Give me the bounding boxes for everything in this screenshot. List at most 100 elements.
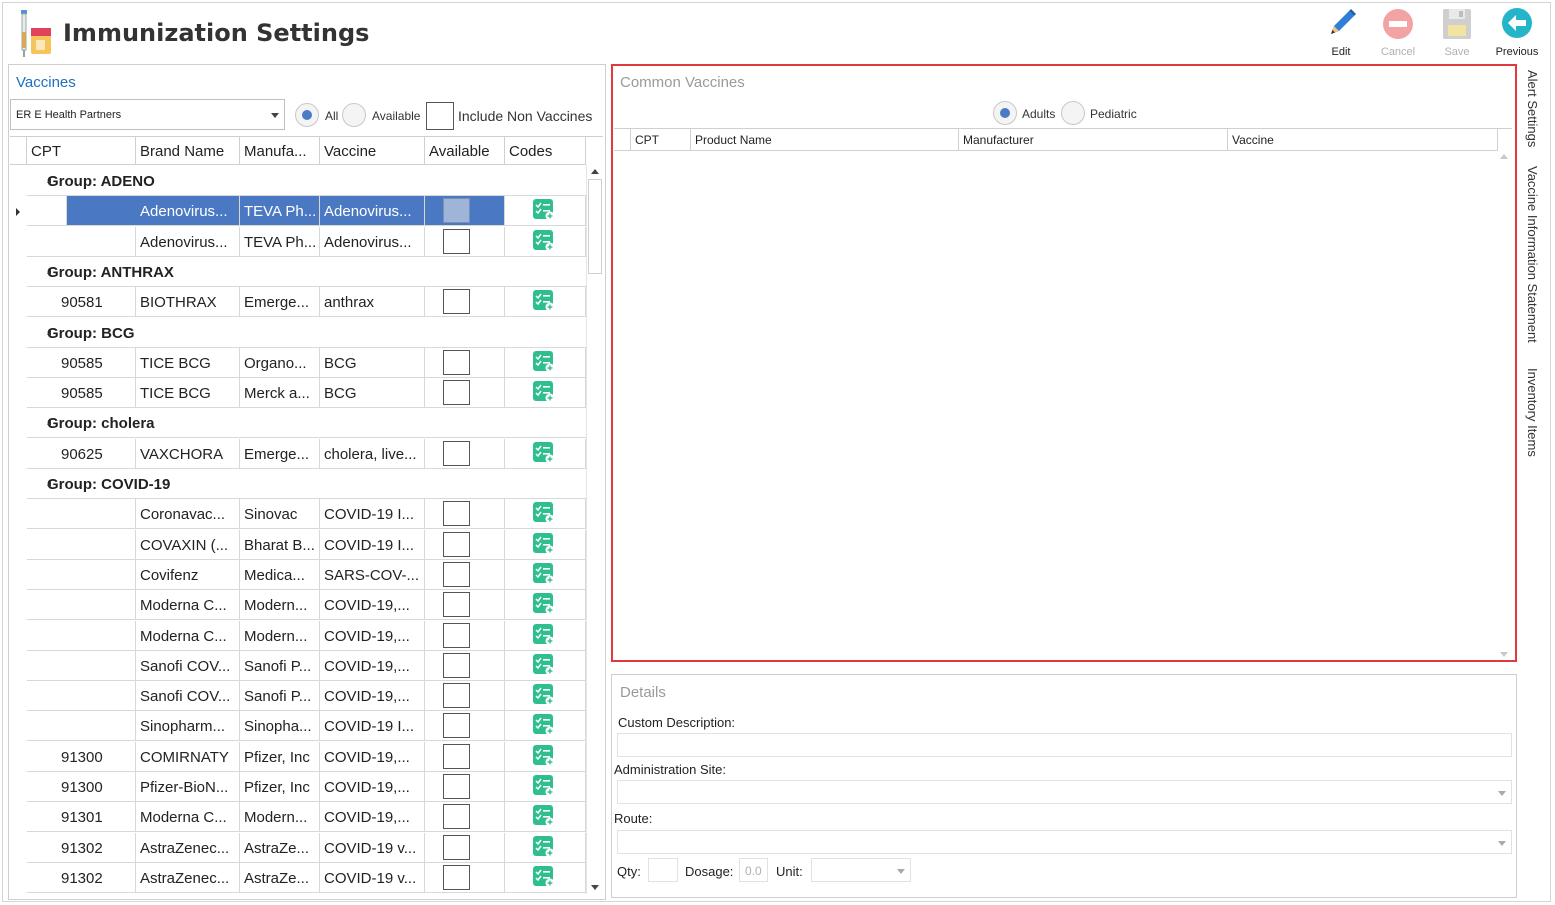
table-row[interactable]: 90581 BIOTHRAX Emerge... anthrax — [27, 287, 586, 318]
codes-checklist-icon[interactable] — [533, 290, 555, 312]
table-row[interactable]: 90585 TICE BCG Organo... BCG — [27, 347, 586, 378]
edit-button[interactable]: Edit — [1312, 6, 1370, 60]
available-checkbox[interactable] — [443, 592, 470, 618]
tab-inventory-items[interactable]: Inventory Items — [1525, 368, 1540, 457]
include-non-vaccines-checkbox[interactable] — [426, 102, 454, 130]
codes-checklist-icon[interactable] — [533, 835, 555, 858]
cancel-button[interactable]: Cancel — [1369, 6, 1427, 60]
group-row[interactable]: Group: ADENO — [27, 166, 586, 196]
codes-checklist-icon[interactable] — [533, 562, 555, 585]
table-row[interactable]: 91302 AstraZenec... AstraZe... COVID-19 v..… — [27, 832, 586, 863]
codes-checklist-icon[interactable] — [533, 502, 555, 524]
scrollbar-thumb[interactable] — [588, 179, 602, 274]
cv-column-header-vaccine[interactable]: Vaccine — [1228, 129, 1498, 151]
codes-checklist-icon[interactable] — [533, 805, 555, 827]
facility-dropdown[interactable]: ER E Health Partners — [10, 99, 285, 130]
table-row[interactable]: Coronavac... Sinovac COVID-19 I... — [27, 499, 586, 530]
codes-checklist-icon[interactable] — [533, 714, 555, 736]
codes-checklist-icon[interactable] — [533, 381, 555, 403]
available-checkbox[interactable] — [443, 652, 470, 678]
collapse-triangle-icon[interactable] — [47, 178, 51, 183]
group-row[interactable]: Group: ANTHRAX — [27, 257, 586, 287]
table-row[interactable]: Covifenz Medica... SARS-COV-... — [27, 559, 586, 590]
table-row[interactable]: 91302 AstraZenec... AstraZe... COVID-19 v..… — [27, 862, 586, 893]
group-row[interactable]: Group: cholera — [27, 408, 586, 439]
filter-available-radio[interactable] — [342, 103, 366, 127]
filter-all-radio[interactable] — [295, 103, 319, 127]
available-checkbox[interactable] — [443, 440, 470, 466]
administration-site-dropdown[interactable] — [617, 780, 1512, 804]
available-checkbox[interactable] — [443, 349, 470, 375]
codes-checklist-icon[interactable] — [533, 684, 555, 706]
collapse-triangle-icon[interactable] — [47, 481, 51, 486]
table-row[interactable]: 90585 TICE BCG Merck a... BCG — [27, 378, 586, 409]
available-checkbox[interactable] — [443, 531, 470, 557]
available-checkbox[interactable] — [443, 561, 470, 587]
available-checkbox[interactable] — [443, 804, 470, 830]
route-dropdown[interactable] — [617, 830, 1512, 854]
dosage-input[interactable]: 0.0 — [739, 858, 768, 882]
common-vaccines-scrollbar[interactable] — [1497, 150, 1512, 659]
custom-description-input[interactable] — [617, 733, 1512, 757]
codes-checklist-icon[interactable] — [533, 441, 555, 464]
available-checkbox[interactable] — [443, 380, 470, 406]
codes-checklist-icon[interactable] — [533, 775, 555, 797]
table-row[interactable]: 91301 Moderna C... Modern... COVID-19,... — [27, 802, 586, 833]
table-row[interactable]: Sanofi COV... Sanofi P... COVID-19,... — [27, 650, 586, 681]
group-row[interactable]: Group: BCG — [27, 318, 586, 348]
collapse-triangle-icon[interactable] — [47, 268, 51, 274]
codes-checklist-icon[interactable] — [533, 865, 555, 888]
scroll-down-icon[interactable] — [591, 885, 599, 890]
table-row[interactable]: Adenovirus... TEVA Ph... Adenovirus... — [27, 226, 586, 257]
unit-dropdown[interactable] — [811, 858, 911, 882]
codes-checklist-icon[interactable] — [533, 199, 555, 221]
available-checkbox[interactable] — [443, 228, 470, 254]
available-checkbox[interactable] — [443, 622, 470, 648]
codes-checklist-icon[interactable] — [533, 623, 555, 646]
available-checkbox[interactable] — [443, 864, 470, 890]
available-checkbox[interactable] — [443, 774, 470, 799]
available-checkbox[interactable] — [443, 198, 470, 224]
available-checkbox[interactable] — [443, 683, 470, 709]
available-checkbox[interactable] — [443, 834, 470, 860]
qty-input[interactable] — [648, 858, 678, 882]
available-checkbox[interactable] — [443, 713, 470, 739]
column-header-vaccine[interactable]: Vaccine — [320, 137, 425, 165]
table-row[interactable]: 91300 COMIRNATY Pfizer, Inc COVID-19,... — [27, 741, 586, 772]
column-header-cpt[interactable]: CPT — [27, 137, 136, 165]
column-header-codes[interactable]: Codes — [505, 137, 586, 165]
codes-checklist-icon[interactable] — [533, 532, 555, 555]
collapse-triangle-icon[interactable] — [47, 420, 51, 426]
table-row[interactable]: Sanofi COV... Sanofi P... COVID-19,... — [27, 681, 586, 712]
tab-vaccine-information-statement[interactable]: Vaccine Information Statement — [1525, 166, 1540, 343]
cv-column-header-product-name[interactable]: Product Name — [691, 129, 959, 151]
table-row[interactable]: Adenovirus... TEVA Ph... Adenovirus... — [27, 196, 586, 227]
table-row[interactable]: 90625 VAXCHORA Emerge... cholera, live... — [27, 438, 586, 469]
column-header-manufacturer[interactable]: Manufa... — [240, 137, 320, 165]
group-row[interactable]: Group: COVID-19 — [27, 469, 586, 499]
save-button[interactable]: Save — [1428, 6, 1486, 60]
codes-checklist-icon[interactable] — [533, 350, 555, 373]
previous-button[interactable]: Previous — [1488, 6, 1546, 60]
codes-checklist-icon[interactable] — [533, 593, 555, 615]
collapse-triangle-icon[interactable] — [47, 329, 51, 335]
scroll-up-icon[interactable] — [1500, 154, 1508, 159]
column-header-brand-name[interactable]: Brand Name — [136, 137, 240, 165]
cv-column-header-cpt[interactable]: CPT — [631, 129, 691, 151]
scroll-down-icon[interactable] — [1500, 652, 1508, 657]
codes-checklist-icon[interactable] — [533, 653, 555, 676]
available-checkbox[interactable] — [443, 289, 470, 315]
table-row[interactable]: Moderna C... Modern... COVID-19,... — [27, 620, 586, 651]
column-header-available[interactable]: Available — [425, 137, 505, 165]
pediatric-radio[interactable] — [1061, 101, 1085, 125]
tab-alert-settings[interactable]: Alert Settings — [1525, 70, 1540, 147]
cv-column-header-manufacturer[interactable]: Manufacturer — [959, 129, 1228, 151]
table-row[interactable]: Moderna C... Modern... COVID-19,... — [27, 590, 586, 621]
codes-checklist-icon[interactable] — [533, 229, 555, 252]
adults-radio[interactable] — [993, 101, 1017, 125]
available-checkbox[interactable] — [443, 743, 470, 769]
scroll-up-icon[interactable] — [591, 169, 599, 174]
table-row[interactable]: Sinopharm... Sinopha... COVID-19 I... — [27, 711, 586, 742]
table-row[interactable]: COVAXIN (... Bharat B... COVID-19 I... — [27, 529, 586, 560]
table-row[interactable]: 91300 Pfizer-BioN... Pfizer, Inc COVID-19,.… — [27, 772, 586, 802]
